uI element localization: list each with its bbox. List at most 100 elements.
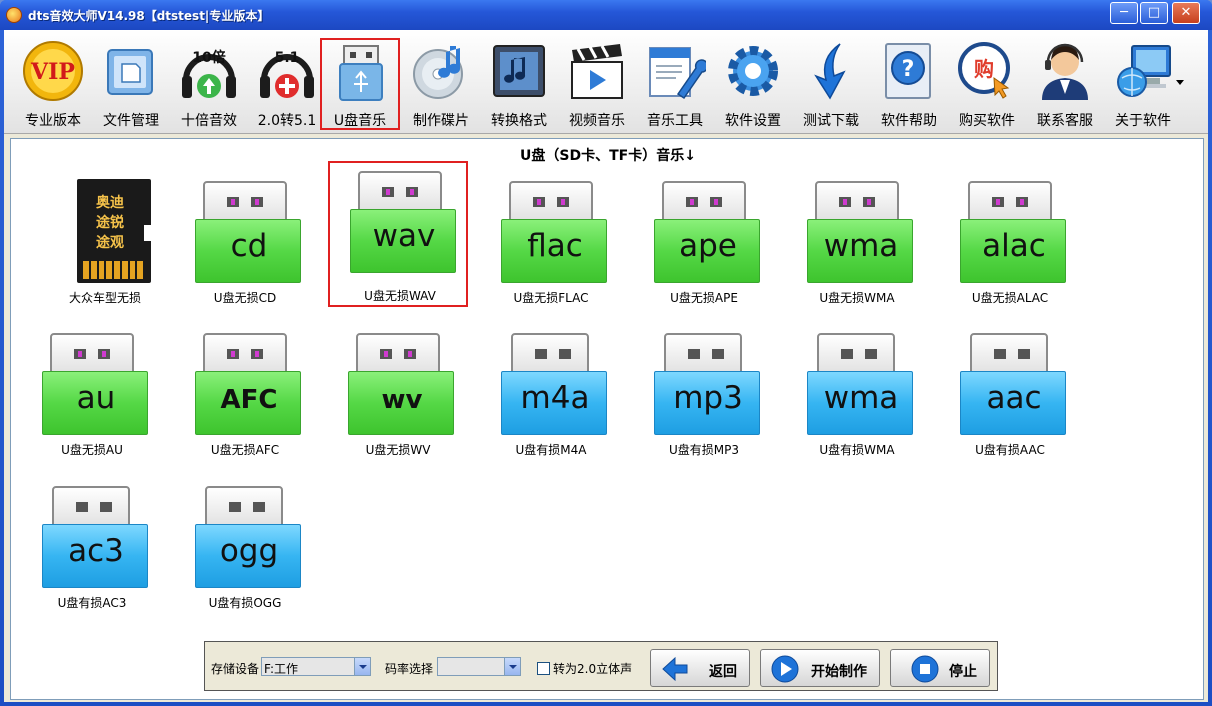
- tile-format: alac: [982, 228, 1046, 264]
- tile-name: U盘无损AFC: [210, 443, 280, 457]
- title-bar[interactable]: dts音效大师V14.98【dtstest|专业版本】 ─ □ ✕: [0, 0, 1212, 30]
- sd-card-line: 途观: [96, 235, 124, 251]
- usb-connector-icon: [356, 333, 440, 373]
- start-label: 开始制作: [811, 664, 867, 680]
- usb-body: wav: [350, 209, 456, 273]
- minimize-button[interactable]: ─: [1110, 2, 1138, 24]
- buy-glyph: 购: [974, 57, 994, 81]
- usb-body: cd: [195, 219, 301, 283]
- ten-times-text: 10倍: [192, 49, 225, 66]
- toolbar-2to51[interactable]: 5.1 2.0转5.1: [248, 36, 326, 132]
- format-panel: U盘（SD卡、TF卡）音乐↓ 奥迪 途锐 途观 大众车型无损 cd U盘无损CD…: [10, 138, 1204, 700]
- toolbar-label: 软件设置: [725, 113, 781, 129]
- toolbar-help[interactable]: ? 软件帮助: [870, 36, 948, 132]
- close-button[interactable]: ✕: [1172, 2, 1200, 24]
- tile-name: U盘无损APE: [670, 291, 738, 305]
- sd-card-line: 途锐: [96, 215, 124, 231]
- toolbar-about[interactable]: 关于软件: [1104, 36, 1182, 132]
- toolbar-label: 2.0转5.1: [257, 113, 317, 129]
- tile-lossy-m4a[interactable]: m4a U盘有损M4A: [481, 323, 621, 463]
- start-button[interactable]: 开始制作: [760, 649, 880, 687]
- back-label: 返回: [709, 664, 737, 680]
- tile-lossless-wma[interactable]: wma U盘无损WMA: [787, 171, 927, 311]
- gear-icon: [728, 46, 778, 96]
- maximize-button[interactable]: □: [1140, 2, 1168, 24]
- main-toolbar: VIP 专业版本 文件管理 10倍 十倍音效 5.1 2.0转5.1 U盘音乐 …: [4, 30, 1208, 134]
- toolbar-vip[interactable]: VIP 专业版本: [14, 36, 92, 132]
- app-logo-icon: [6, 7, 22, 23]
- tile-format: wma: [823, 380, 899, 416]
- tile-lossy-ogg[interactable]: ogg U盘有损OGG: [175, 476, 315, 616]
- bitrate-select[interactable]: [437, 657, 521, 676]
- tile-format: AFC: [220, 385, 278, 415]
- toolbar-file-manager[interactable]: 文件管理: [92, 36, 170, 132]
- tile-lossy-aac[interactable]: aac U盘有损AAC: [940, 323, 1080, 463]
- section-title: U盘（SD卡、TF卡）音乐↓: [520, 148, 696, 164]
- usb-body: ape: [654, 219, 760, 283]
- toolbar-label: U盘音乐: [333, 113, 387, 129]
- bitrate-label: 码率选择: [385, 662, 434, 676]
- usb-body: wv: [348, 371, 454, 435]
- usb-connector-icon: [968, 181, 1052, 221]
- tile-sdcard-lossless[interactable]: 奥迪 途锐 途观 大众车型无损: [35, 171, 175, 311]
- chevron-down-icon[interactable]: [504, 658, 520, 675]
- toolbar-music-tools[interactable]: 音乐工具: [636, 36, 714, 132]
- tile-lossy-mp3[interactable]: mp3 U盘有损MP3: [634, 323, 774, 463]
- toolbar-ten-times[interactable]: 10倍 十倍音效: [170, 36, 248, 132]
- usb-drive-icon: [339, 45, 383, 101]
- usb-body: AFC: [195, 371, 301, 435]
- toolbar-usb-music[interactable]: U盘音乐: [320, 38, 400, 130]
- clapperboard-icon: [571, 44, 623, 99]
- toolbar-settings[interactable]: 软件设置: [714, 36, 792, 132]
- tile-lossless-wv[interactable]: wv U盘无损WV: [328, 323, 468, 463]
- toolbar-label: 软件帮助: [881, 113, 937, 129]
- tile-lossy-ac3[interactable]: ac3 U盘有损AC3: [22, 476, 162, 616]
- vip-medal-text: VIP: [30, 59, 75, 85]
- chevron-down-icon[interactable]: [354, 658, 370, 675]
- tile-lossless-cd[interactable]: cd U盘无损CD: [175, 171, 315, 311]
- usb-connector-icon: [50, 333, 134, 373]
- tile-format: aac: [986, 380, 1042, 416]
- tile-lossless-alac[interactable]: alac U盘无损ALAC: [940, 171, 1080, 311]
- usb-connector-icon: [970, 333, 1048, 373]
- usb-connector-icon: [203, 181, 287, 221]
- toolbar-support[interactable]: 联系客服: [1026, 36, 1104, 132]
- toolbar-test-download[interactable]: 测试下载: [792, 36, 870, 132]
- five-one-text: 5.1: [275, 50, 300, 66]
- action-bar: 存储设备 F:工作 码率选择 转为2.0立体声 返回 开始制作 停止: [204, 641, 998, 691]
- toolbar-buy[interactable]: 购 购买软件: [948, 36, 1026, 132]
- tile-lossless-afc[interactable]: AFC U盘无损AFC: [175, 323, 315, 463]
- toolbar-overflow-chevron-icon[interactable]: [1176, 80, 1184, 85]
- window-title: dts音效大师V14.98【dtstest|专业版本】: [28, 9, 270, 23]
- client-area: VIP 专业版本 文件管理 10倍 十倍音效 5.1 2.0转5.1 U盘音乐 …: [4, 30, 1208, 702]
- tile-format: wma: [823, 228, 899, 264]
- usb-connector-icon: [203, 333, 287, 373]
- tile-lossy-wma[interactable]: wma U盘有损WMA: [787, 323, 927, 463]
- tile-lossless-flac[interactable]: flac U盘无损FLAC: [481, 171, 621, 311]
- usb-body: ac3: [42, 524, 148, 588]
- stereo-checkbox[interactable]: [537, 662, 550, 675]
- tile-lossless-au[interactable]: au U盘无损AU: [22, 323, 162, 463]
- toolbar-convert[interactable]: 转换格式: [480, 36, 558, 132]
- stop-button[interactable]: 停止: [890, 649, 990, 687]
- download-arrow-icon: [814, 43, 846, 100]
- tile-format: cd: [230, 228, 268, 264]
- toolbar-video-music[interactable]: 视频音乐: [558, 36, 636, 132]
- tile-lossless-ape[interactable]: ape U盘无损APE: [634, 171, 774, 311]
- tile-format: m4a: [520, 380, 590, 416]
- usb-connector-icon: [662, 181, 746, 221]
- play-icon: [771, 655, 799, 683]
- tile-name: 大众车型无损: [68, 291, 141, 305]
- toolbar-make-disc[interactable]: 制作碟片: [402, 36, 480, 132]
- back-button[interactable]: 返回: [650, 649, 750, 687]
- storage-select[interactable]: F:工作: [261, 657, 371, 676]
- music-note-icon: [493, 45, 545, 97]
- support-agent-icon: [1042, 43, 1088, 100]
- tile-lossless-wav[interactable]: wav U盘无损WAV: [328, 161, 468, 307]
- usb-body: alac: [960, 219, 1066, 283]
- toolbar-label: 购买软件: [959, 113, 1015, 129]
- tile-name: U盘无损FLAC: [513, 291, 589, 305]
- tile-format: wv: [381, 385, 423, 415]
- stereo-label: 转为2.0立体声: [553, 662, 633, 676]
- tile-name: U盘有损WMA: [819, 443, 895, 457]
